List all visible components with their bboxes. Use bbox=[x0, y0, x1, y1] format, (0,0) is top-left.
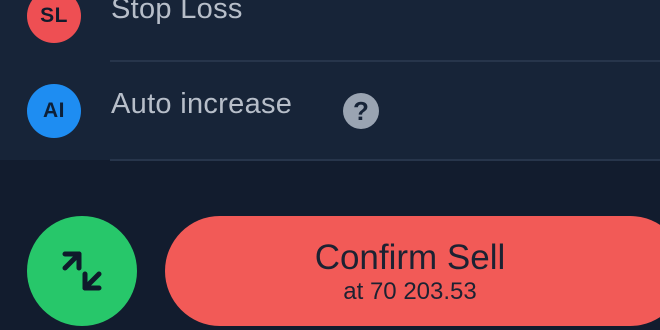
help-icon[interactable]: ? bbox=[343, 93, 379, 129]
divider bbox=[110, 60, 660, 62]
arrows-swap-icon bbox=[62, 251, 102, 291]
confirm-sell-label: Confirm Sell bbox=[314, 238, 506, 277]
auto-increase-label: Auto increase bbox=[111, 88, 293, 120]
confirm-sell-button[interactable]: Confirm Sell at 70 203.53 bbox=[165, 216, 660, 326]
options-panel: SL Stop Loss AI Auto increase ? bbox=[0, 0, 660, 161]
auto-increase-option[interactable]: AI Auto increase ? bbox=[0, 70, 660, 150]
swap-direction-button[interactable] bbox=[27, 216, 137, 326]
divider bbox=[110, 159, 660, 161]
stop-loss-option[interactable]: SL Stop Loss bbox=[0, 0, 660, 55]
stop-loss-label: Stop Loss bbox=[111, 0, 243, 25]
auto-increase-badge: AI bbox=[27, 84, 81, 138]
confirm-sell-price: at 70 203.53 bbox=[343, 278, 477, 305]
stop-loss-badge: SL bbox=[27, 0, 81, 43]
trade-confirm-screen: SL Stop Loss AI Auto increase ? Confirm … bbox=[0, 0, 660, 330]
